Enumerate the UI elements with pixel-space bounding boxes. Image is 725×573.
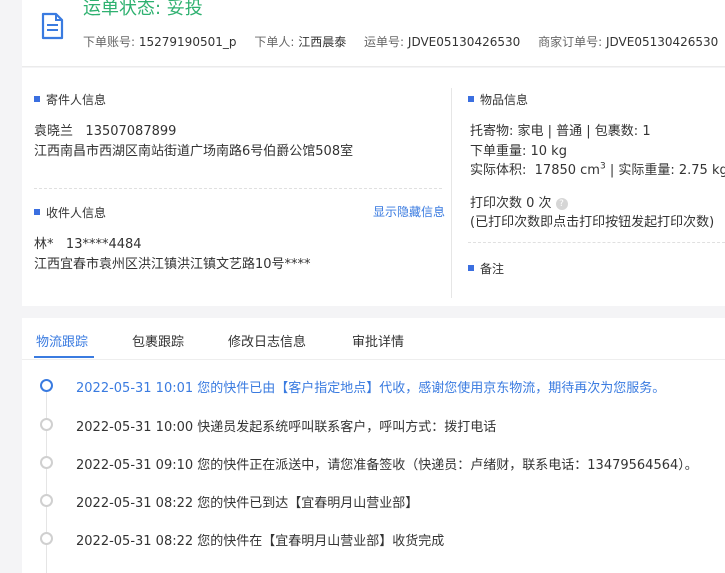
event-text: 2022-05-31 10:01 您的快件已由【客户指定地点】代收，感谢您使用京… xyxy=(76,381,666,396)
receiver-title: 收件人信息 xyxy=(34,204,106,221)
goods-volume: 实际体积: 17850 cm3 | 实际重量: 2.75 kg xyxy=(470,159,725,178)
timeline-event: 2022-05-31 09:10 您的快件正在派送中，请您准备签收（快递员：卢绪… xyxy=(22,452,725,473)
receiver-contact: 林* 13****4484 xyxy=(34,233,142,252)
event-text: 2022-05-31 08:22 您的快件在【宜春明月山营业部】收货完成 xyxy=(76,534,445,549)
event-text: 2022-05-31 08:22 您的快件已到达【宜春明月山营业部】 xyxy=(76,496,419,511)
print-count: 打印次数 0 次? xyxy=(470,192,568,211)
logistics-panel: 物流跟踪 包裹跟踪 修改日志信息 审批详情 2022-05-31 10:01 您… xyxy=(22,318,725,573)
section-divider xyxy=(468,242,725,243)
sender-name: 袁晓兰 xyxy=(34,124,74,139)
tab-logistics-tracking[interactable]: 物流跟踪 xyxy=(36,331,88,350)
goods-title: 物品信息 xyxy=(468,91,528,108)
timeline-dot xyxy=(40,494,53,507)
notes-title: 备注 xyxy=(468,260,504,277)
event-text: 2022-05-31 09:10 您的快件正在派送中，请您准备签收（快递员：卢绪… xyxy=(76,458,698,473)
receiver-name: 林* xyxy=(34,237,54,252)
column-divider xyxy=(451,88,452,298)
timeline-dot xyxy=(40,379,53,392)
timeline-event: 2022-05-31 08:22 您的快件在【宜春明月山营业部】收货完成 xyxy=(22,528,725,549)
document-icon xyxy=(41,12,64,40)
timeline-event: 2022-05-31 10:01 您的快件已由【客户指定地点】代收，感谢您使用京… xyxy=(22,375,725,396)
orderer-field: 下单人: 江西晨泰 xyxy=(254,35,347,49)
sender-contact: 袁晓兰 13507087899 xyxy=(34,120,176,139)
tab-approval-details[interactable]: 审批详情 xyxy=(352,331,404,350)
receiver-address: 江西宜春市袁州区洪江镇洪江镇文艺路10号**** xyxy=(34,257,311,272)
waybill-field: 运单号: JDVE05130426530 xyxy=(364,35,521,49)
sender-address: 江西南昌市西湖区南站街道广场南路6号伯爵公馆508室 xyxy=(34,144,354,159)
timeline-event: 2022-05-31 08:22 您的快件已到达【宜春明月山营业部】 xyxy=(22,490,725,511)
goods-weight: 下单重量: 10 kg xyxy=(470,144,567,159)
timeline-dot xyxy=(40,456,53,469)
account-field: 下单账号: 15279190501_p xyxy=(83,35,237,49)
actual-weight: | 实际重量: 2.75 kg xyxy=(609,163,725,178)
event-text: 2022-05-31 10:00 快递员发起系统呼叫联系客户，呼叫方式：拨打电话 xyxy=(76,420,497,435)
active-tab-indicator xyxy=(34,356,94,358)
tab-change-log[interactable]: 修改日志信息 xyxy=(228,331,306,350)
waybill-status: 运单状态: 妥投 xyxy=(83,0,203,19)
sender-phone: 13507087899 xyxy=(85,124,177,139)
show-hidden-info-link[interactable]: 显示隐藏信息 xyxy=(373,203,445,220)
waybill-meta: 下单账号: 15279190501_p 下单人: 江西晨泰 运单号: JDVE0… xyxy=(83,33,725,50)
waybill-header: 运单状态: 妥投 下单账号: 15279190501_p 下单人: 江西晨泰 运… xyxy=(22,0,725,67)
section-divider xyxy=(34,188,442,189)
print-note: (已打印次数即点击打印按钮发起打印次数) xyxy=(470,215,715,230)
receiver-phone: 13****4484 xyxy=(65,237,142,252)
goods-type: 托寄物: 家电 | 普通 | 包裹数: 1 xyxy=(470,124,651,139)
info-panel: 寄件人信息 袁晓兰 13507087899 江西南昌市西湖区南站街道广场南路6号… xyxy=(22,68,725,306)
tab-bar: 物流跟踪 包裹跟踪 修改日志信息 审批详情 xyxy=(22,318,725,360)
tab-package-tracking[interactable]: 包裹跟踪 xyxy=(132,331,184,350)
sender-title: 寄件人信息 xyxy=(34,91,106,108)
merchant-order-field: 商家订单号: JDVE05130426530 xyxy=(538,35,719,49)
timeline-dot xyxy=(40,418,53,431)
timeline-event: 2022-05-31 10:00 快递员发起系统呼叫联系客户，呼叫方式：拨打电话 xyxy=(22,414,725,435)
help-icon[interactable]: ? xyxy=(555,198,568,210)
timeline-dot xyxy=(40,532,53,545)
